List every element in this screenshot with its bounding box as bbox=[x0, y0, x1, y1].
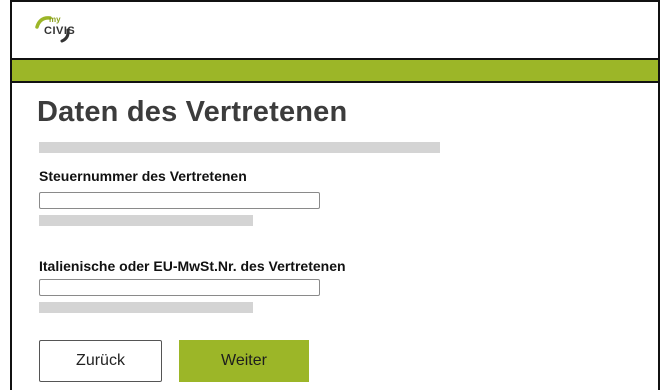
header: my CIVIS bbox=[12, 2, 658, 58]
mycivis-logo[interactable]: my CIVIS bbox=[32, 14, 78, 46]
subtitle-placeholder-bar bbox=[39, 142, 440, 153]
vat-number-label: Italienische oder EU-MwSt.Nr. des Vertre… bbox=[39, 258, 346, 274]
accent-bar bbox=[12, 60, 658, 81]
logo-civis-text: CIVIS bbox=[44, 25, 76, 37]
back-button[interactable]: Zurück bbox=[39, 340, 162, 382]
tax-number-input[interactable] bbox=[39, 192, 320, 209]
tax-number-hint-bar bbox=[39, 215, 253, 226]
accent-bar-divider bbox=[12, 81, 658, 83]
page-title: Daten des Vertretenen bbox=[37, 96, 348, 128]
vat-number-hint-bar bbox=[39, 302, 253, 313]
app-frame: my CIVIS Daten des Vertretenen Steuernum… bbox=[10, 0, 660, 390]
tax-number-label: Steuernummer des Vertretenen bbox=[39, 168, 247, 184]
vat-number-input[interactable] bbox=[39, 279, 320, 296]
logo-my-text: my bbox=[49, 15, 61, 24]
next-button[interactable]: Weiter bbox=[179, 340, 309, 382]
